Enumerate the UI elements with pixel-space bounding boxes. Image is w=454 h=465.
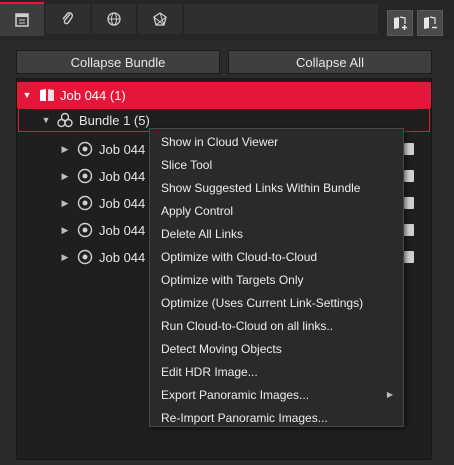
menu-item-label: Delete All Links (161, 226, 244, 241)
book-minus-icon (424, 16, 437, 29)
expand-arrow-icon[interactable]: ▼ (40, 115, 52, 125)
tree-item-scan[interactable]: ▶ Job 044 (17, 136, 146, 162)
menu-item-label: Run Cloud-to-Cloud on all links.. (161, 318, 334, 333)
menu-item-label: Detect Moving Objects (161, 341, 282, 356)
collapse-bundle-button[interactable]: Collapse Bundle (16, 50, 220, 74)
scan-station-icon (77, 249, 93, 265)
bundle-label: Bundle 1 (5) (79, 112, 150, 128)
tab-web[interactable] (92, 4, 136, 34)
menu-item-export-panoramic-images[interactable]: Export Panoramic Images... ▶ (150, 383, 403, 406)
job-label: Job 044 (1) (60, 87, 126, 103)
tab-attachments[interactable] (46, 4, 90, 34)
scan-status-icon (404, 197, 414, 209)
globe-icon (107, 12, 121, 26)
bundle-icon (57, 112, 73, 128)
tab-project[interactable] (0, 2, 44, 36)
menu-item-slice-tool[interactable]: Slice Tool (150, 153, 403, 176)
menu-item-run-cloud-to-cloud[interactable]: Run Cloud-to-Cloud on all links.. (150, 314, 403, 337)
menu-item-apply-control[interactable]: Apply Control (150, 199, 403, 222)
tab-strip-background (184, 4, 378, 34)
collapsed-arrow-icon[interactable]: ▶ (59, 225, 71, 236)
context-menu: Show in Cloud Viewer Slice Tool Show Sug… (149, 128, 404, 427)
expand-arrow-icon[interactable]: ▼ (21, 90, 33, 100)
collapse-buttons: Collapse Bundle Collapse All (0, 50, 454, 74)
scan-label: Job 044 (99, 168, 146, 184)
tab-bar (0, 0, 454, 40)
remove-job-button[interactable] (417, 10, 443, 36)
tab-network[interactable] (138, 4, 182, 34)
collapsed-arrow-icon[interactable]: ▶ (59, 252, 71, 263)
scan-station-icon (77, 168, 93, 184)
scan-label: Job 044 (99, 249, 146, 265)
menu-item-label: Optimize (Uses Current Link-Settings) (161, 295, 364, 310)
menu-item-optimize-cloud-to-cloud[interactable]: Optimize with Cloud-to-Cloud (150, 245, 403, 268)
scan-status-icon (404, 251, 414, 263)
menu-item-show-suggested-links[interactable]: Show Suggested Links Within Bundle (150, 176, 403, 199)
add-job-button[interactable] (387, 10, 413, 36)
tree-item-scan[interactable]: ▶ Job 044 (17, 163, 146, 189)
menu-item-edit-hdr-image[interactable]: Edit HDR Image... (150, 360, 403, 383)
menu-item-label: Export Panoramic Images... (161, 387, 310, 402)
project-panel-icon (15, 13, 29, 27)
tree-item-scan[interactable]: ▶ Job 044 (17, 244, 146, 270)
job-book-icon (40, 89, 54, 101)
menu-item-optimize-current-link-settings[interactable]: Optimize (Uses Current Link-Settings) (150, 291, 403, 314)
scan-label: Job 044 (99, 195, 146, 211)
menu-item-reimport-panoramic-images[interactable]: Re-Import Panoramic Images... (150, 406, 403, 429)
menu-item-show-in-cloud-viewer[interactable]: Show in Cloud Viewer (150, 130, 403, 153)
menu-item-label: Optimize with Cloud-to-Cloud (161, 249, 318, 264)
scan-label: Job 044 (99, 222, 146, 238)
collapse-all-button[interactable]: Collapse All (228, 50, 432, 74)
menu-item-detect-moving-objects[interactable]: Detect Moving Objects (150, 337, 403, 360)
menu-item-label: Re-Import Panoramic Images... (161, 410, 328, 425)
network-polygon-icon (153, 12, 167, 26)
collapsed-arrow-icon[interactable]: ▶ (59, 144, 71, 155)
tree-item-scan[interactable]: ▶ Job 044 (17, 190, 146, 216)
menu-item-label: Apply Control (161, 203, 234, 218)
menu-item-label: Edit HDR Image... (161, 364, 258, 379)
menu-item-label: Optimize with Targets Only (161, 272, 304, 287)
scan-station-icon (77, 222, 93, 238)
submenu-arrow-icon: ▶ (386, 390, 393, 399)
book-plus-icon (394, 16, 407, 30)
scan-status-icon (404, 224, 414, 236)
menu-item-optimize-targets-only[interactable]: Optimize with Targets Only (150, 268, 403, 291)
collapsed-arrow-icon[interactable]: ▶ (59, 198, 71, 209)
scan-station-icon (77, 195, 93, 211)
menu-item-delete-all-links[interactable]: Delete All Links (150, 222, 403, 245)
scan-status-icon (404, 170, 414, 182)
menu-item-label: Show in Cloud Viewer (161, 134, 279, 149)
paperclip-icon (62, 12, 73, 25)
scan-station-icon (77, 141, 93, 157)
tree-item-job[interactable]: ▼ Job 044 (1) (17, 82, 431, 108)
collapsed-arrow-icon[interactable]: ▶ (59, 171, 71, 182)
scan-status-icon (404, 143, 414, 155)
scan-label: Job 044 (99, 141, 146, 157)
menu-item-label: Slice Tool (161, 157, 213, 172)
menu-item-label: Show Suggested Links Within Bundle (161, 180, 361, 195)
tree-item-scan[interactable]: ▶ Job 044 (17, 217, 146, 243)
